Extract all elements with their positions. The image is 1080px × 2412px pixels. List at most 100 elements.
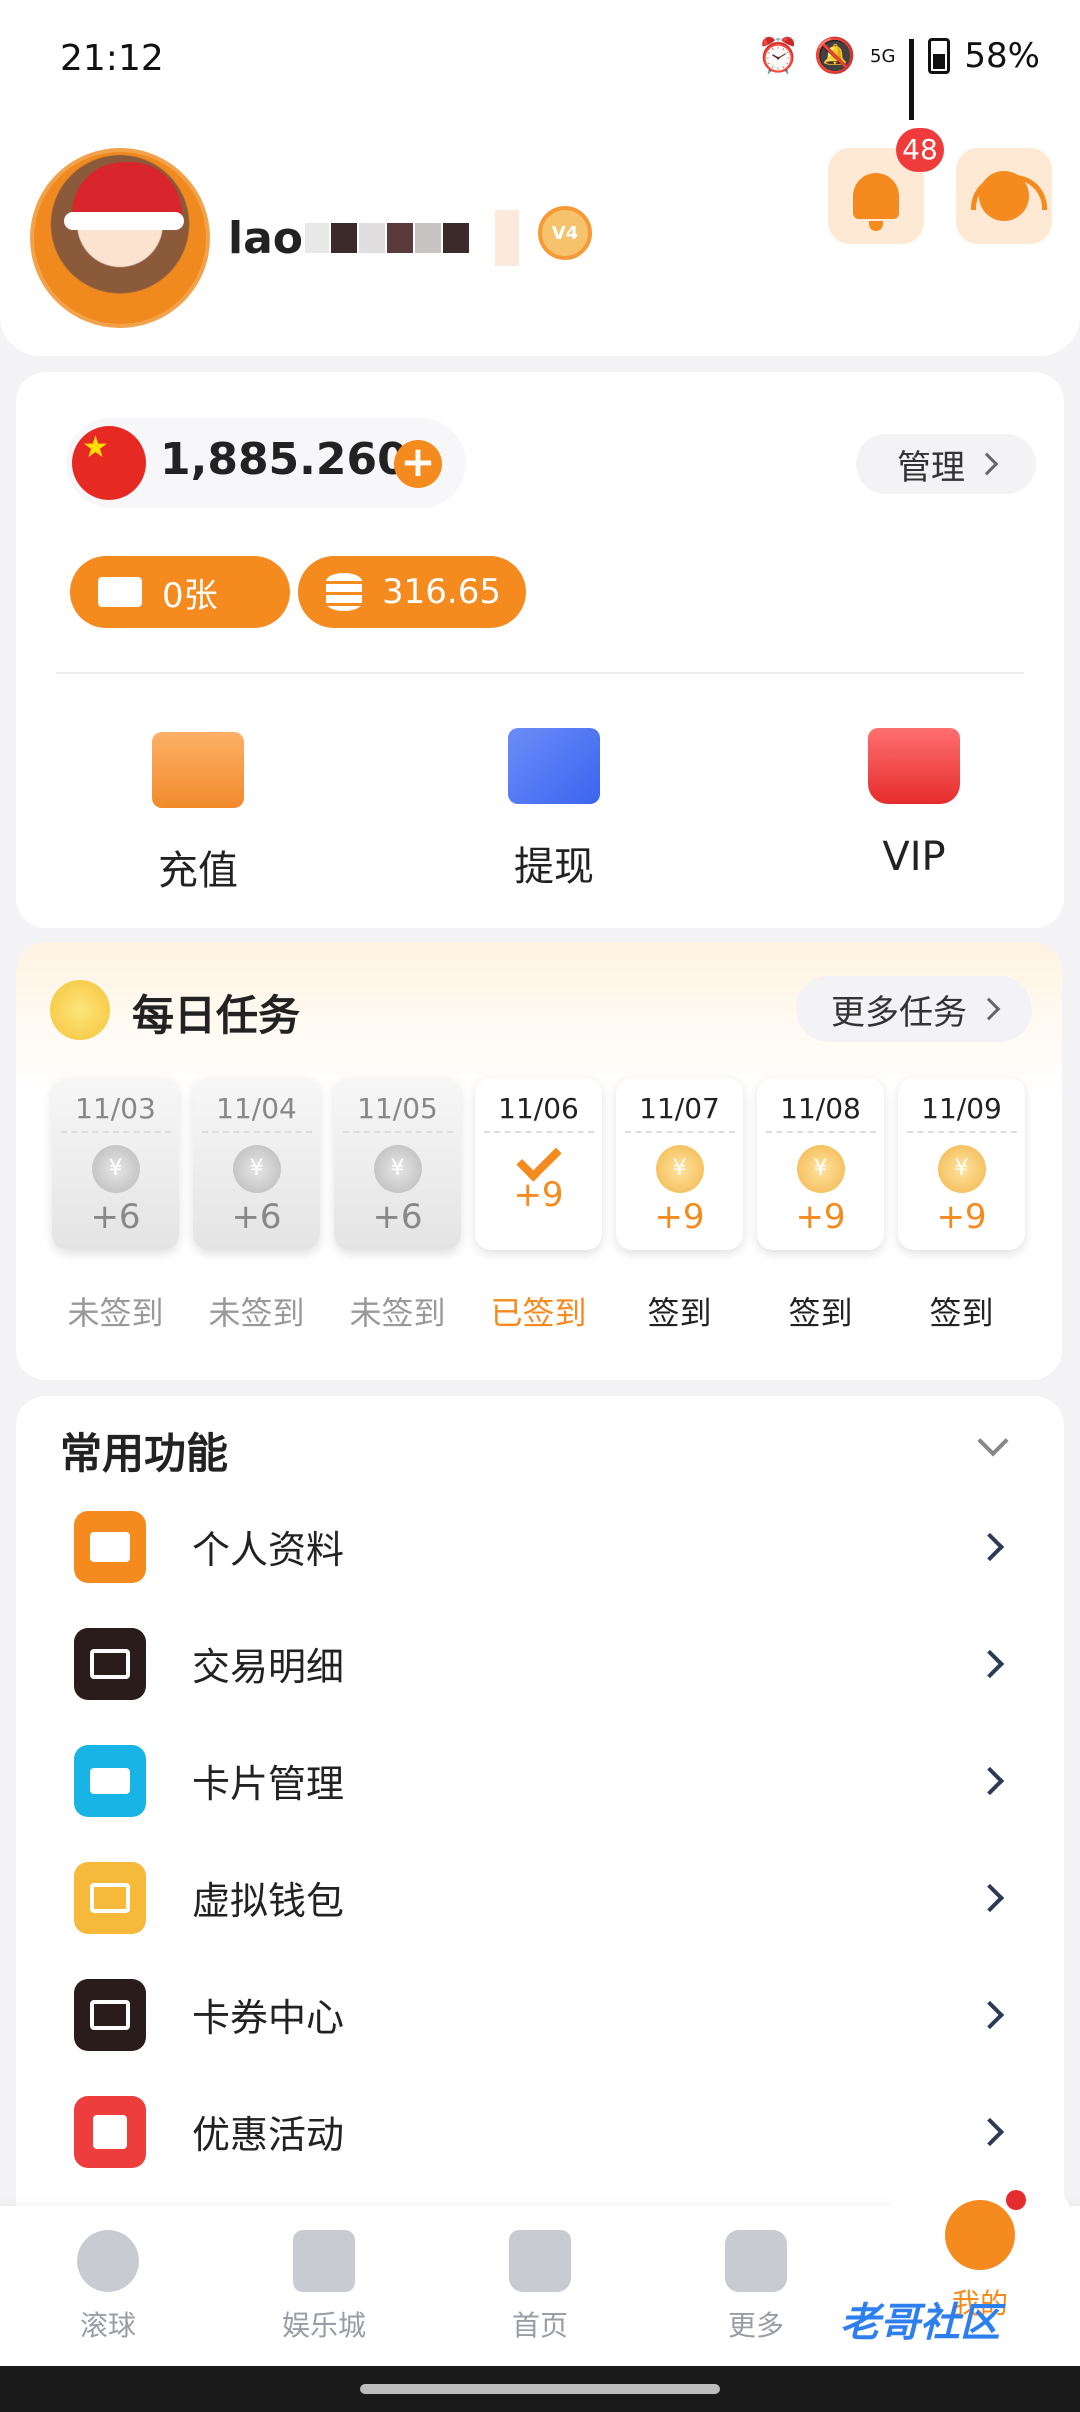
chevron-down-icon[interactable] <box>977 1425 1009 1457</box>
menu-item-label: 交易明细 <box>192 1645 345 1689</box>
sun-coin-icon <box>50 980 110 1040</box>
more-tasks-button[interactable]: 更多任务 <box>796 976 1032 1042</box>
customer-service-button[interactable] <box>956 148 1052 244</box>
menu-item-profile[interactable]: 个人资料 <box>16 1488 1064 1605</box>
day-date: 11/04 <box>201 1092 312 1133</box>
voucher-count: 0张 <box>162 575 218 616</box>
menu-item-cards[interactable]: 卡片管理 <box>16 1722 1064 1839</box>
chevron-right-icon <box>975 1649 1005 1678</box>
china-flag-icon <box>72 426 146 500</box>
soccer-ball-icon <box>77 2230 139 2292</box>
nav-casino[interactable]: 娱乐城 <box>234 2230 414 2344</box>
checkin-day[interactable]: 11/09 ¥ +9 签到 <box>898 1078 1025 1334</box>
withdraw-label: 提现 <box>514 844 594 890</box>
nav-label: 娱乐城 <box>281 2309 366 2342</box>
day-points: +6 <box>372 1197 423 1237</box>
user-icon <box>945 2200 1015 2270</box>
home-indicator[interactable] <box>360 2384 720 2394</box>
day-status: 签到 <box>788 1294 853 1332</box>
document-icon <box>74 1627 146 1700</box>
checkin-day[interactable]: 11/08 ¥ +9 签到 <box>757 1078 884 1334</box>
nav-label: 首页 <box>511 2309 568 2342</box>
headset-icon <box>971 171 1047 221</box>
menu-item-label: 卡片管理 <box>192 1762 345 1806</box>
manage-label: 管理 <box>897 447 965 488</box>
grid-icon <box>725 2230 787 2292</box>
day-date: 11/07 <box>624 1092 735 1133</box>
nav-live-betting[interactable]: 滚球 <box>18 2230 198 2344</box>
mute-icon: 🔕 <box>813 36 857 76</box>
day-date: 11/08 <box>765 1092 876 1133</box>
day-points: +9 <box>654 1197 705 1237</box>
username-text: lao <box>228 212 304 264</box>
withdraw-button[interactable]: 提现 <box>434 728 674 892</box>
day-status: 签到 <box>929 1294 994 1332</box>
wallet-icon <box>74 1861 146 1934</box>
day-status: 未签到 <box>208 1294 305 1332</box>
watermark: 老哥社区 <box>840 2300 1000 2346</box>
ticket-icon <box>98 577 142 607</box>
checkin-days: 11/03 ¥ +6 未签到 11/04 ¥ +6 未签到 11/05 ¥ +6 未签到 1… <box>52 1078 1025 1334</box>
recharge-button[interactable]: 充值 <box>78 732 318 896</box>
checkin-day[interactable]: 11/05 ¥ +6 未签到 <box>334 1078 461 1334</box>
chevron-right-icon <box>975 452 999 476</box>
signal-icon <box>909 39 915 127</box>
status-time: 21:12 <box>60 38 164 79</box>
coin-pill[interactable]: 316.65 <box>298 556 526 628</box>
profile-header: lao V4 48 <box>0 120 1080 356</box>
menu-item-label: 个人资料 <box>192 1528 345 1572</box>
notification-badge: 48 <box>896 128 944 172</box>
checkin-day[interactable]: 11/07 ¥ +9 签到 <box>616 1078 743 1334</box>
status-icons: ⏰ 🔕 5G 58% <box>757 36 1040 127</box>
wallet-icon <box>152 732 244 808</box>
chevron-right-icon <box>975 1532 1005 1561</box>
voucher-pill[interactable]: 0张 <box>70 556 290 628</box>
username: lao <box>228 210 520 266</box>
checkin-day[interactable]: 11/06 +9 已签到 <box>475 1078 602 1334</box>
menu-item-coupons[interactable]: 卡券中心 <box>16 1956 1064 2073</box>
coin-stack-icon <box>326 573 362 611</box>
folder-icon <box>74 1510 146 1583</box>
nav-more[interactable]: 更多 <box>666 2230 846 2344</box>
daily-tasks-card: 每日任务 更多任务 11/03 ¥ +6 未签到 11/04 ¥ +6 未签到 11/0… <box>16 942 1062 1380</box>
gift-icon <box>74 2095 146 2168</box>
day-date: 11/03 <box>60 1092 171 1133</box>
network-label: 5G <box>870 45 896 67</box>
yuan-coin-icon: ¥ <box>796 1145 845 1193</box>
menu-item-transactions[interactable]: 交易明细 <box>16 1605 1064 1722</box>
battery-level: 58% <box>964 36 1040 76</box>
nav-home[interactable]: 首页 <box>450 2230 630 2344</box>
day-status: 签到 <box>647 1294 712 1332</box>
avatar[interactable] <box>30 148 210 328</box>
add-funds-button[interactable]: + <box>394 440 442 488</box>
alarm-icon: ⏰ <box>757 36 800 76</box>
day-points: +6 <box>231 1197 282 1237</box>
unread-dot <box>1006 2190 1026 2210</box>
day-date: 11/05 <box>342 1092 453 1133</box>
yuan-coin-icon: ¥ <box>937 1145 986 1193</box>
crown-icon <box>868 728 960 804</box>
manage-button[interactable]: 管理 <box>856 434 1036 494</box>
vip-label: VIP <box>882 834 946 880</box>
day-points: +9 <box>795 1197 846 1237</box>
wallet-card: 1,885.260 + 管理 0张 316.65 充值 提现 VIP <box>16 372 1064 928</box>
recharge-label: 充值 <box>158 848 238 894</box>
yuan-coin-icon: ¥ <box>232 1145 281 1193</box>
menu-item-promotions[interactable]: 优惠活动 <box>16 2073 1064 2190</box>
menu-item-virtual-wallet[interactable]: 虚拟钱包 <box>16 1839 1064 1956</box>
balance-amount: 1,885.260 <box>160 434 408 485</box>
checkin-day[interactable]: 11/04 ¥ +6 未签到 <box>193 1078 320 1334</box>
day-status: 未签到 <box>349 1294 446 1332</box>
battery-icon <box>928 38 951 74</box>
day-status: 已签到 <box>490 1294 587 1332</box>
day-points: +9 <box>513 1175 564 1215</box>
menu-item-label: 优惠活动 <box>192 2113 345 2157</box>
yuan-coin-icon: ¥ <box>655 1145 704 1193</box>
chevron-right-icon <box>975 1766 1005 1795</box>
checkin-day[interactable]: 11/03 ¥ +6 未签到 <box>52 1078 179 1334</box>
day-status: 未签到 <box>67 1294 164 1332</box>
nav-label: 更多 <box>727 2309 784 2342</box>
card-icon <box>74 1744 146 1817</box>
chevron-right-icon <box>975 1883 1005 1912</box>
vip-button[interactable]: VIP <box>794 728 1034 880</box>
